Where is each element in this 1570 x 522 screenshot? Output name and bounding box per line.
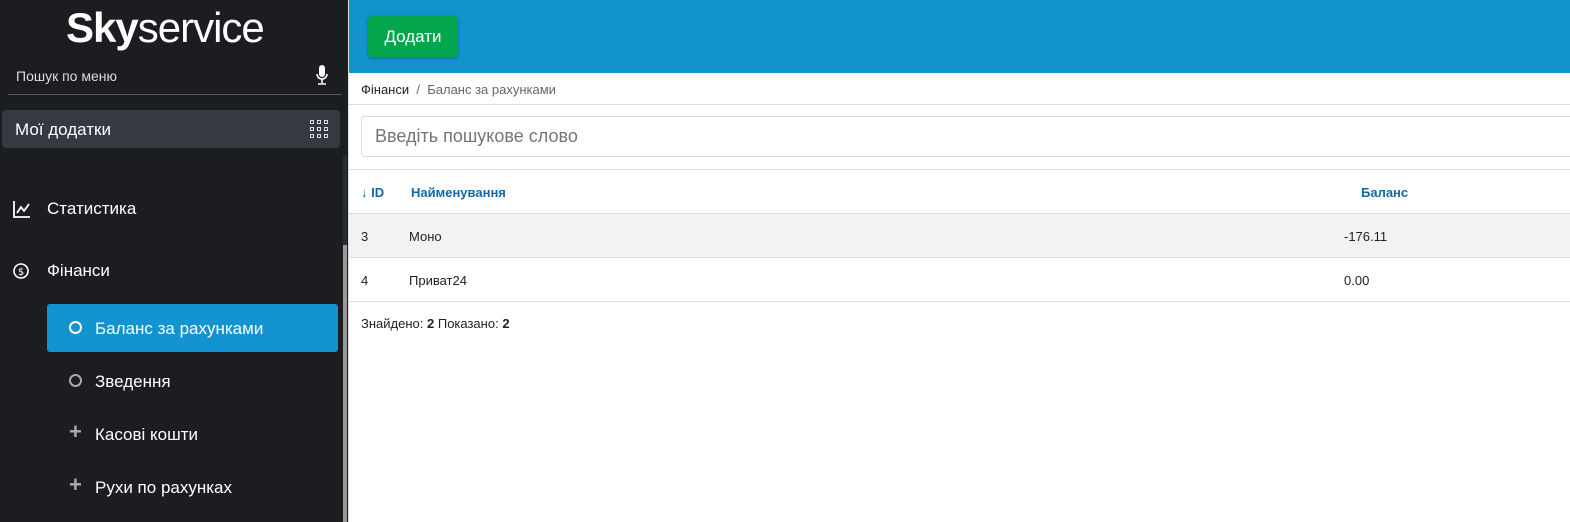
- plus-icon: +: [69, 419, 82, 444]
- dollar-circle-icon: $: [13, 263, 29, 279]
- sidebar-subitem-balance[interactable]: Баланс за рахунками: [47, 304, 338, 352]
- circle-icon: [69, 321, 82, 334]
- chart-line-icon: [13, 201, 30, 218]
- circle-icon: [69, 374, 82, 387]
- breadcrumb: Фінанси / Баланс за рахунками: [349, 73, 1570, 105]
- sidebar-subitem-cash[interactable]: + Касові кошти: [47, 410, 338, 458]
- sidebar-subitem-movements[interactable]: + Рухи по рахунках: [47, 463, 338, 511]
- breadcrumb-separator: /: [416, 82, 420, 97]
- apps-grid-icon: [310, 120, 328, 138]
- table-summary: Знайдено: 2 Показано: 2: [361, 316, 510, 331]
- sidebar-scrollbar[interactable]: [343, 155, 347, 522]
- shown-label: Показано:: [437, 316, 499, 331]
- sidebar-subitem-summary[interactable]: Зведення: [47, 357, 338, 405]
- search-input[interactable]: [361, 116, 1570, 157]
- my-apps-button[interactable]: Мої додатки: [2, 110, 340, 148]
- logo[interactable]: Skyservice: [66, 4, 265, 52]
- logo-bold: Sky: [66, 4, 139, 51]
- menu-search[interactable]: Пошук по меню: [8, 58, 342, 95]
- main-content: Додати Фінанси / Баланс за рахунками ↓ I…: [348, 0, 1570, 522]
- cell-balance: -176.11: [1344, 229, 1388, 244]
- cell-balance: 0.00: [1344, 273, 1370, 288]
- sidebar: Skyservice Пошук по меню Мої додатки Ста…: [0, 0, 348, 522]
- table-header: ↓ ID Найменування Баланс: [349, 170, 1570, 214]
- sidebar-subitem-label: Рухи по рахунках: [95, 478, 233, 497]
- svg-text:$: $: [18, 267, 24, 278]
- sidebar-subitem-label: Касові кошти: [95, 425, 199, 444]
- top-toolbar: Додати: [349, 0, 1570, 73]
- breadcrumb-current: Баланс за рахунками: [427, 82, 556, 97]
- breadcrumb-finance[interactable]: Фінанси: [361, 82, 409, 97]
- cell-name: Приват24: [409, 273, 467, 288]
- found-count: 2: [426, 316, 435, 331]
- accounts-table: ↓ ID Найменування Баланс 3 Моно -176.11 …: [349, 169, 1570, 302]
- sidebar-item-label: Статистика: [47, 199, 137, 218]
- my-apps-label: Мої додатки: [15, 120, 111, 139]
- table-row[interactable]: 3 Моно -176.11: [349, 214, 1570, 258]
- sidebar-item-label: Фінанси: [47, 261, 110, 280]
- column-id[interactable]: ↓ ID: [361, 185, 384, 200]
- shown-count: 2: [502, 316, 510, 331]
- menu-search-label: Пошук по меню: [16, 68, 117, 84]
- cell-name: Моно: [409, 229, 442, 244]
- column-balance[interactable]: Баланс: [1361, 185, 1408, 200]
- cell-id: 3: [361, 229, 369, 244]
- plus-icon: +: [69, 472, 82, 497]
- add-button[interactable]: Додати: [368, 16, 458, 57]
- microphone-icon[interactable]: [316, 65, 328, 85]
- cell-id: 4: [361, 273, 369, 288]
- table-row[interactable]: 4 Приват24 0.00: [349, 258, 1570, 302]
- sidebar-subitem-label: Баланс за рахунками: [95, 319, 264, 338]
- column-name[interactable]: Найменування: [411, 185, 506, 200]
- logo-light: service: [137, 4, 265, 51]
- found-label: Знайдено:: [361, 316, 424, 331]
- sidebar-subitem-label: Зведення: [95, 372, 171, 391]
